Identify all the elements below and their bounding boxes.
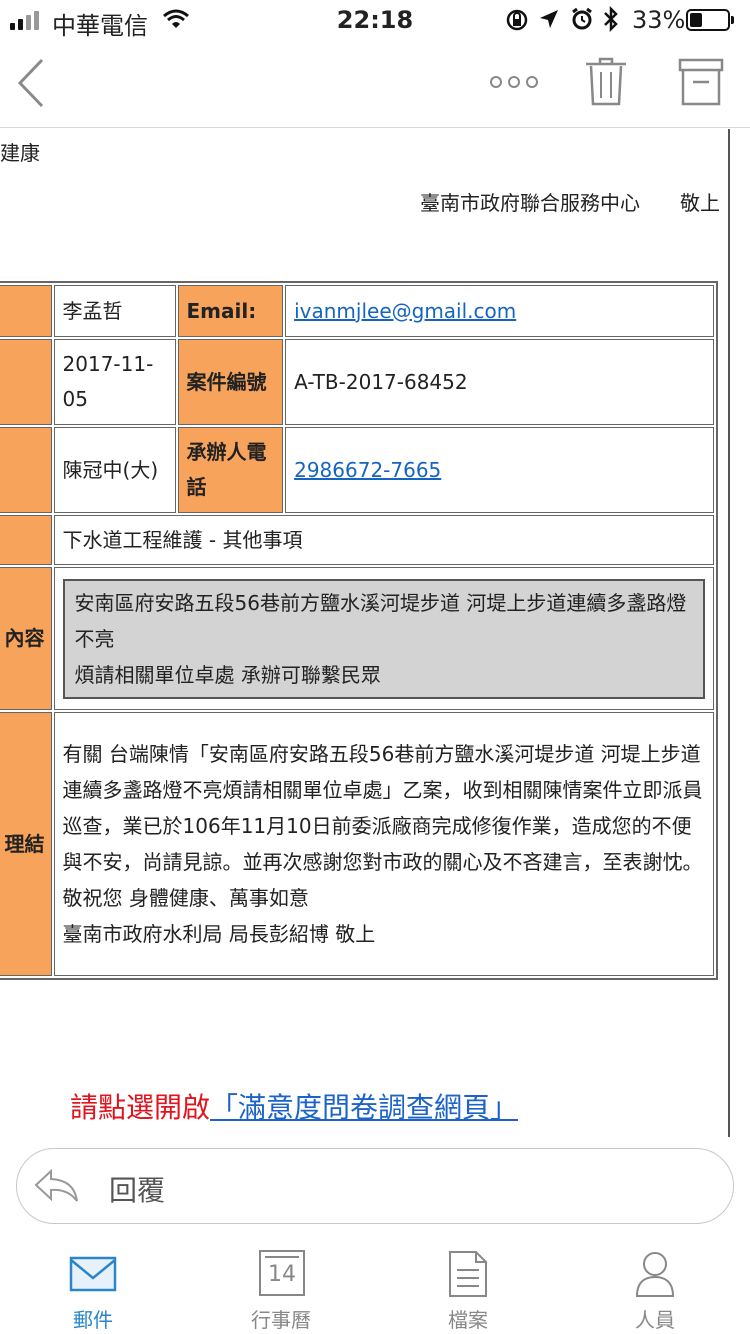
status-bar: 中華電信 22:18 33% (0, 0, 750, 40)
archive-button[interactable] (678, 58, 724, 106)
delete-button[interactable] (584, 56, 628, 108)
case-info-table: 李孟哲 Email: ivanmjlee@gmail.com 2017-11-0… (0, 281, 718, 980)
survey-prompt: 請點選開啟「滿意度問卷調查網頁」 (70, 1086, 518, 1126)
handler-name: 陳冠中(大) (53, 427, 176, 513)
handler-phone-link[interactable]: 2986672-7665 (294, 458, 441, 482)
tab-files[interactable]: 檔案 (408, 1236, 528, 1334)
applicant-name: 李孟哲 (53, 285, 176, 337)
case-number: A-TB-2017-68452 (285, 339, 714, 425)
email-link[interactable]: ivanmjlee@gmail.com (294, 299, 516, 323)
reply-arrow-icon (34, 1168, 78, 1202)
text-fragment: 建康 (0, 141, 40, 165)
row-header (0, 285, 52, 337)
handler-phone-label: 承辦人電話 (177, 427, 284, 513)
result-label: 理結 (0, 712, 52, 976)
file-icon (449, 1251, 487, 1297)
table-row: 李孟哲 Email: ivanmjlee@gmail.com (0, 285, 714, 337)
battery-percent: 33% (632, 6, 686, 34)
mail-toolbar (0, 40, 750, 128)
table-row: 2017-11-05 案件編號 A-TB-2017-68452 (0, 339, 714, 425)
tab-label: 行事曆 (251, 1308, 311, 1332)
reply-paragraph: 有關 台端陳情「安南區府安路五段56巷前方鹽水溪河堤步道 河堤上步道連續多盞路燈… (62, 742, 703, 874)
petition-content: 安南區府安路五段56巷前方鹽水溪河堤步道 河堤上步道連續多盞路燈不亮 煩請相關單… (62, 578, 705, 699)
bluetooth-icon (604, 6, 618, 32)
orientation-lock-icon (506, 9, 528, 31)
reply-signature: 臺南市政府水利局 局長彭紹博 敬上 (62, 922, 376, 946)
table-row: 內容 安南區府安路五段56巷前方鹽水溪河堤步道 河堤上步道連續多盞路燈不亮 煩請… (0, 567, 714, 710)
content-line: 煩請相關單位卓處 承辦可聯繫民眾 (74, 662, 381, 687)
reply-greeting: 敬祝您 身體健康、萬事如意 (62, 886, 309, 910)
email-label: Email: (177, 285, 284, 337)
content-label: 內容 (0, 567, 52, 710)
mail-icon (69, 1256, 117, 1292)
official-reply: 有關 台端陳情「安南區府安路五段56巷前方鹽水溪河堤步道 河堤上步道連續多盞路燈… (63, 728, 705, 960)
alarm-icon (572, 7, 592, 30)
row-header (0, 339, 52, 425)
tab-calendar[interactable]: 14 行事曆 (221, 1236, 341, 1334)
row-header (0, 515, 52, 565)
survey-prefix: 請點選開啟 (70, 1091, 211, 1124)
case-date: 2017-11-05 (53, 339, 176, 425)
more-options-button[interactable] (488, 74, 540, 90)
reply-label: 回覆 (109, 1174, 166, 1207)
row-header (0, 427, 52, 513)
battery-fill (690, 13, 702, 27)
table-row: 理結 有關 台端陳情「安南區府安路五段56巷前方鹽水溪河堤步道 河堤上步道連續多… (0, 712, 714, 976)
battery-icon (686, 9, 730, 31)
survey-link[interactable]: 「滿意度問卷調查網頁」 (210, 1091, 518, 1124)
person-icon (635, 1252, 675, 1297)
tab-people[interactable]: 人員 (595, 1236, 715, 1334)
case-number-label: 案件編號 (177, 339, 284, 425)
location-arrow-icon (540, 10, 558, 28)
table-row: 陳冠中(大) 承辦人電話 2986672-7665 (0, 427, 714, 513)
calendar-icon: 14 (259, 1250, 305, 1296)
mail-body: 建康 臺南市政府聯合服務中心 敬上 李孟哲 Email: ivanmjlee@g… (0, 129, 730, 1137)
case-category: 下水道工程維護 - 其他事項 (53, 515, 714, 565)
table-row: 下水道工程維護 - 其他事項 (0, 515, 714, 565)
reply-button[interactable]: 回覆 (16, 1148, 734, 1224)
back-button[interactable] (14, 56, 48, 110)
content-line: 安南區府安路五段56巷前方鹽水溪河堤步道 河堤上步道連續多盞路燈不亮 (74, 590, 687, 651)
sender-signature: 臺南市政府聯合服務中心 敬上 (420, 191, 720, 215)
tab-label: 檔案 (448, 1308, 488, 1332)
tab-label: 郵件 (73, 1308, 113, 1332)
tab-bar: 郵件 14 行事曆 檔案 人員 (0, 1236, 750, 1334)
tab-label: 人員 (635, 1308, 675, 1332)
tab-mail[interactable]: 郵件 (33, 1236, 153, 1334)
calendar-date: 14 (268, 1262, 296, 1287)
battery-tip (731, 16, 734, 24)
